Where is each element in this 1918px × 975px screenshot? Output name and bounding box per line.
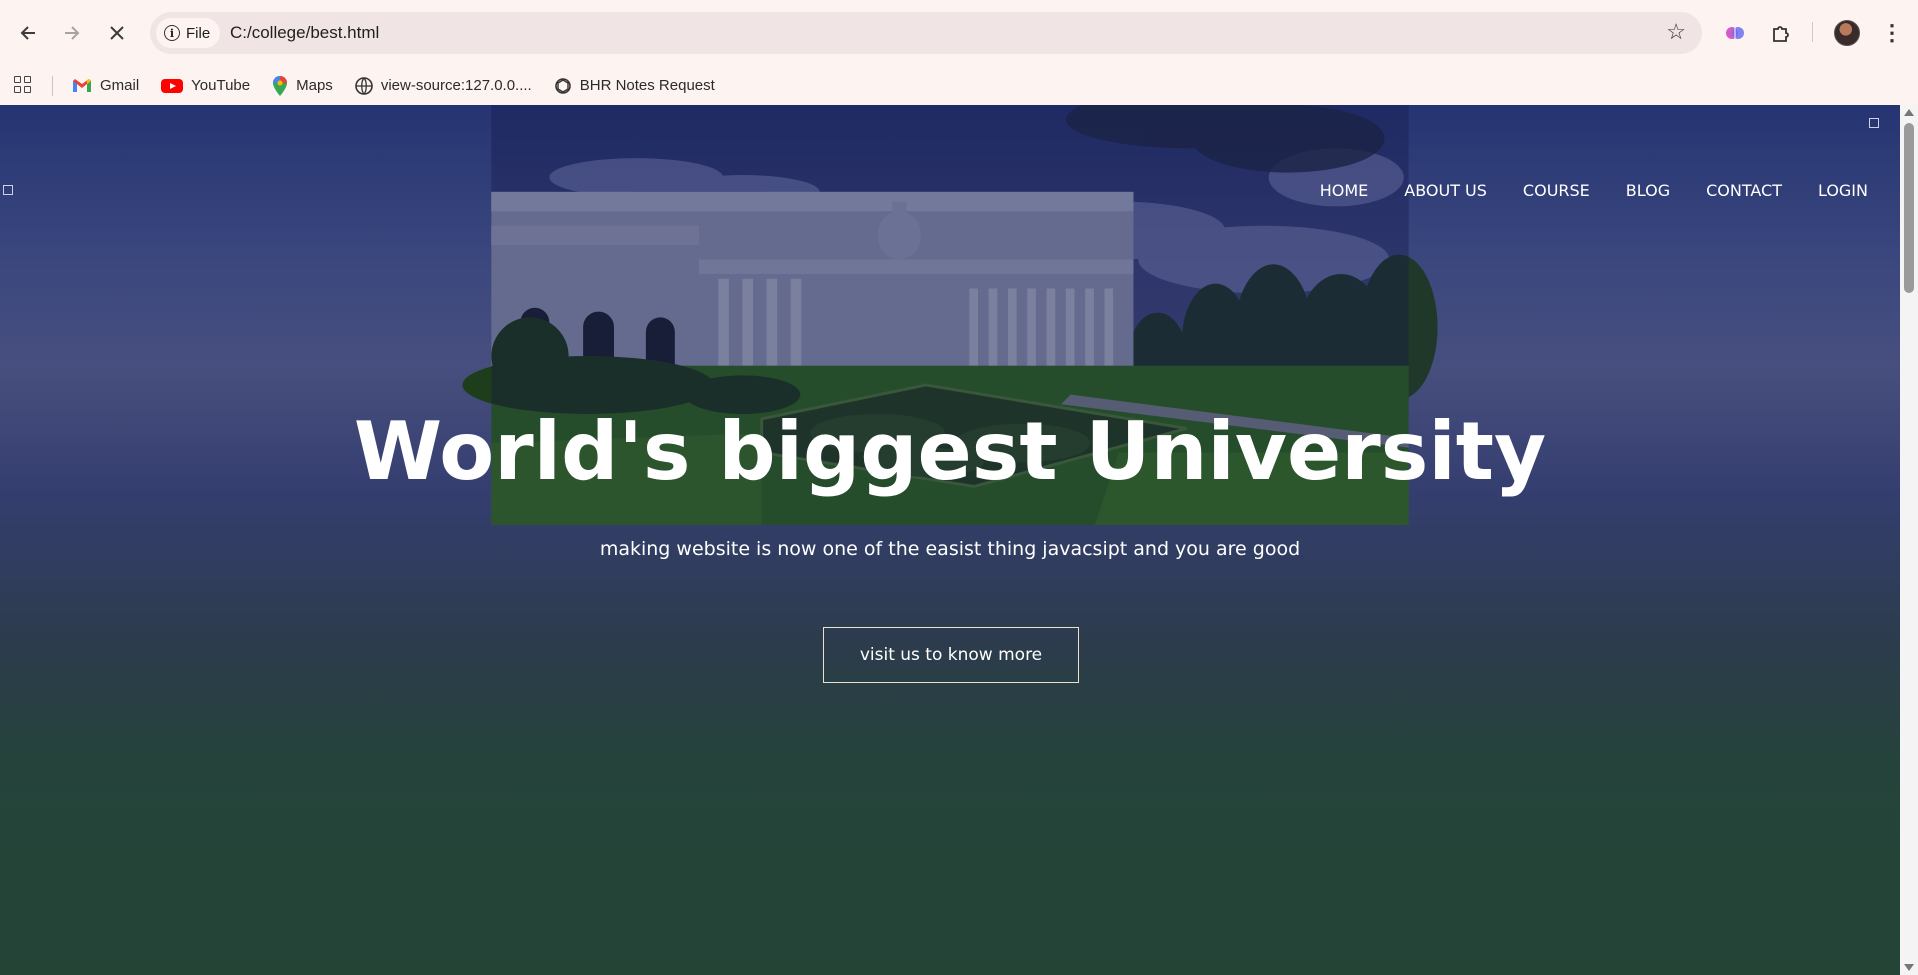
hero-title: World's biggest University	[353, 405, 1547, 498]
nav-blog[interactable]: BLOG	[1626, 181, 1670, 200]
youtube-icon	[161, 78, 184, 93]
nav-course[interactable]: COURSE	[1523, 181, 1590, 200]
chip-label: File	[186, 24, 211, 42]
openai-icon	[554, 77, 571, 94]
apps-grid-icon[interactable]	[14, 76, 32, 94]
scrollbar-thumb[interactable]	[1904, 123, 1914, 293]
bookmark-maps[interactable]: Maps	[272, 75, 333, 96]
bookmark-bhr-notes[interactable]: BHR Notes Request	[554, 77, 715, 95]
extension-brain-icon[interactable]	[1720, 18, 1750, 48]
globe-icon	[355, 76, 373, 95]
nav-contact[interactable]: CONTACT	[1706, 181, 1782, 200]
scroll-down-arrow-icon[interactable]	[1904, 964, 1914, 971]
arrow-right-icon	[65, 26, 80, 40]
kebab-menu-icon: ⋮	[1881, 20, 1903, 45]
page-scrollbar[interactable]	[1900, 105, 1918, 975]
bookmark-gmail[interactable]: Gmail	[72, 77, 139, 94]
nav-home[interactable]: HOME	[1320, 181, 1369, 200]
bookmark-label: YouTube	[191, 77, 251, 94]
profile-avatar[interactable]	[1832, 18, 1862, 48]
menu-button[interactable]: ⋮	[1877, 18, 1907, 48]
bookmarks-divider	[52, 76, 53, 96]
info-icon: i	[164, 25, 180, 41]
forward-button[interactable]	[56, 17, 88, 49]
hero-section: HOME ABOUT US COURSE BLOG CONTACT LOGIN …	[0, 105, 1900, 975]
browser-chrome: i File C:/college/best.html ☆ ⋮ Gmail Yo…	[0, 0, 1918, 105]
visit-button[interactable]: visit us to know more	[823, 627, 1079, 683]
maps-icon	[273, 75, 288, 96]
site-info-chip[interactable]: i File	[156, 18, 221, 48]
stop-button[interactable]	[101, 17, 133, 49]
bookmark-label: Gmail	[100, 77, 140, 94]
toolbar-divider	[1812, 22, 1813, 42]
back-button[interactable]	[12, 17, 44, 49]
bookmark-label: BHR Notes Request	[579, 77, 715, 94]
hero-subtitle: making website is now one of the easist …	[599, 538, 1301, 560]
url-text[interactable]: C:/college/best.html	[230, 23, 379, 43]
bookmark-label: view-source:127.0.0....	[380, 77, 532, 94]
broken-image-icon	[3, 185, 13, 195]
toolbar: i File C:/college/best.html ☆ ⋮	[0, 0, 1918, 66]
nav-about-us[interactable]: ABOUT US	[1404, 181, 1487, 200]
bookmark-view-source[interactable]: view-source:127.0.0....	[355, 76, 532, 95]
scroll-up-arrow-icon[interactable]	[1904, 109, 1914, 116]
bookmark-label: Maps	[296, 77, 333, 94]
bookmark-star-icon[interactable]: ☆	[1666, 19, 1686, 45]
bookmark-youtube[interactable]: YouTube	[161, 77, 250, 94]
address-bar[interactable]: i File C:/college/best.html ☆	[150, 12, 1702, 54]
nav-login[interactable]: LOGIN	[1818, 181, 1868, 200]
site-nav: HOME ABOUT US COURSE BLOG CONTACT LOGIN	[1320, 181, 1868, 200]
broken-image-icon	[1869, 118, 1879, 128]
extensions-puzzle-icon[interactable]	[1766, 18, 1796, 48]
gmail-icon	[73, 78, 91, 92]
arrow-left-icon	[20, 26, 35, 40]
close-icon	[110, 26, 124, 40]
bookmarks-bar: Gmail YouTube Maps view-source:127.0.0..…	[0, 66, 1918, 105]
avatar	[1834, 20, 1860, 46]
